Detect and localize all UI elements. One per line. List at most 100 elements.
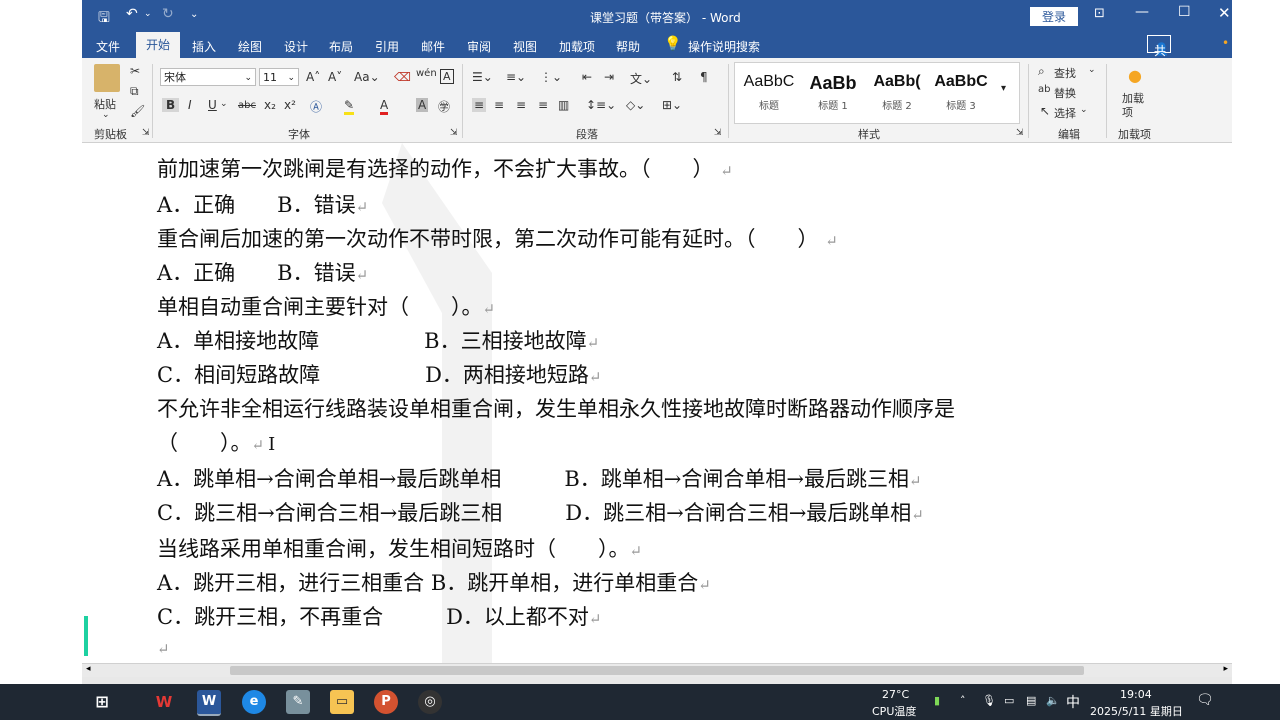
addins-button[interactable]: 加载项 bbox=[1122, 92, 1150, 120]
grow-font-icon[interactable]: A˄ bbox=[306, 70, 320, 84]
paste-icon[interactable] bbox=[94, 64, 120, 92]
font-name-dropdown[interactable]: 宋体 ⌄ bbox=[160, 68, 256, 86]
distributed-icon[interactable]: ▥ bbox=[558, 98, 569, 112]
character-border-icon[interactable]: A bbox=[440, 69, 454, 84]
replace-button[interactable]: 替换 bbox=[1054, 85, 1076, 101]
borders-icon[interactable]: ⊞⌄ bbox=[662, 98, 682, 112]
font-launcher-icon[interactable]: ⇲ bbox=[450, 128, 458, 138]
cut-icon[interactable]: ✂ bbox=[130, 64, 140, 78]
tab-home[interactable]: 开始 bbox=[136, 32, 181, 58]
tab-help[interactable]: 帮助 bbox=[616, 38, 640, 55]
enclose-characters-icon[interactable]: ㊫ bbox=[438, 98, 450, 115]
show-hidden-icons[interactable]: ˄ bbox=[960, 694, 966, 707]
redo-icon[interactable]: ↻ bbox=[162, 6, 174, 22]
ime-indicator[interactable]: 中 bbox=[1066, 692, 1080, 712]
tab-file[interactable]: 文件 bbox=[96, 38, 120, 55]
edge-icon[interactable]: e bbox=[242, 690, 266, 714]
network-icon[interactable]: ▤ bbox=[1026, 694, 1036, 707]
multilevel-list-icon[interactable]: ⋮⌄ bbox=[540, 70, 562, 84]
justify-icon[interactable]: ≡ bbox=[538, 98, 548, 112]
style-heading-1[interactable]: AaBb 标题 1 bbox=[801, 73, 865, 112]
select-button[interactable]: 选择 bbox=[1054, 105, 1076, 121]
maximize-icon[interactable]: ☐ bbox=[1178, 4, 1191, 20]
tab-view[interactable]: 视图 bbox=[513, 38, 537, 55]
font-size-dropdown[interactable]: 11 ⌄ bbox=[259, 68, 299, 86]
scroll-left-icon[interactable]: ◂ bbox=[86, 664, 91, 674]
underline-icon[interactable]: U bbox=[208, 98, 217, 112]
scroll-right-icon[interactable]: ▸ bbox=[1223, 664, 1228, 674]
wps-icon[interactable]: W bbox=[152, 690, 176, 714]
undo-icon[interactable]: ↶ bbox=[126, 6, 138, 22]
scrollbar-thumb[interactable] bbox=[230, 666, 1084, 675]
powerpoint-icon[interactable]: P bbox=[374, 690, 398, 714]
volume-icon[interactable]: 🔈 bbox=[1046, 694, 1060, 707]
style-title[interactable]: AaBbC 标题 bbox=[737, 73, 801, 112]
style-heading-3[interactable]: AaBbC 标题 3 bbox=[929, 73, 993, 112]
document-page[interactable]: 前加速第一次跳闸是有选择的动作，不会扩大事故。（ ） ↵ A．正确 B．错误↵ … bbox=[82, 143, 1232, 663]
style-heading-2[interactable]: AaBb( 标题 2 bbox=[865, 73, 929, 112]
align-right-icon[interactable]: ≡ bbox=[516, 98, 526, 112]
font-color-icon[interactable]: A bbox=[380, 98, 389, 115]
bullets-icon[interactable]: ☰⌄ bbox=[472, 70, 493, 84]
undo-dropdown-icon[interactable]: ⌄ bbox=[144, 9, 152, 19]
select-dropdown-icon[interactable]: ⌄ bbox=[1080, 105, 1088, 115]
numbering-icon[interactable]: ≡⌄ bbox=[506, 70, 526, 84]
bold-icon[interactable]: B bbox=[162, 98, 180, 112]
file-explorer-icon[interactable]: ▭ bbox=[330, 690, 354, 714]
notes-app-icon[interactable]: ✎ bbox=[286, 690, 310, 714]
save-icon[interactable]: 🖫 bbox=[98, 7, 110, 31]
decrease-indent-icon[interactable]: ⇤ bbox=[582, 70, 592, 84]
battery-icon[interactable]: ▮ bbox=[934, 694, 940, 707]
replace-icon[interactable]: ab bbox=[1038, 84, 1050, 95]
subscript-icon[interactable]: x₂ bbox=[264, 98, 276, 112]
shading-icon[interactable]: ◇⌄ bbox=[626, 98, 645, 112]
microphone-icon[interactable]: 🎙 bbox=[982, 694, 996, 707]
italic-icon[interactable]: I bbox=[188, 98, 192, 112]
find-button[interactable]: 查找 bbox=[1054, 65, 1076, 81]
paragraph-launcher-icon[interactable]: ⇲ bbox=[714, 128, 722, 138]
highlight-icon[interactable]: ✎ bbox=[344, 98, 355, 115]
tab-mailings[interactable]: 邮件 bbox=[421, 38, 445, 55]
tab-review[interactable]: 审阅 bbox=[467, 38, 491, 55]
clear-formatting-icon[interactable]: ⌫ bbox=[394, 70, 411, 84]
character-shading-icon[interactable]: A bbox=[416, 98, 429, 112]
clock-time[interactable]: 19:04 bbox=[1120, 688, 1152, 701]
align-left-icon[interactable]: ≡ bbox=[472, 98, 487, 112]
clock-date[interactable]: 2025/5/11 星期日 bbox=[1090, 703, 1183, 719]
ribbon-display-icon[interactable]: ⊡ bbox=[1094, 6, 1105, 21]
line-spacing-icon[interactable]: ↕≡⌄ bbox=[586, 98, 616, 112]
tell-me-search[interactable]: 操作说明搜索 bbox=[688, 38, 760, 55]
copy-icon[interactable]: ⧉ bbox=[130, 84, 139, 99]
text-effects-icon[interactable]: Ⓐ bbox=[310, 98, 322, 115]
screen-icon[interactable]: ▭ bbox=[1004, 694, 1014, 707]
tab-draw[interactable]: 绘图 bbox=[238, 38, 262, 55]
align-center-icon[interactable]: ≡ bbox=[494, 98, 504, 112]
select-icon[interactable]: ↖ bbox=[1040, 104, 1050, 118]
format-painter-icon[interactable]: 🖌 bbox=[130, 104, 145, 118]
addins-icon[interactable]: ● bbox=[1128, 66, 1142, 85]
notification-icon[interactable]: 🗨 bbox=[1196, 692, 1214, 708]
find-dropdown-icon[interactable]: ⌄ bbox=[1088, 65, 1096, 75]
tab-insert[interactable]: 插入 bbox=[192, 38, 216, 55]
tab-layout[interactable]: 布局 bbox=[329, 38, 353, 55]
asian-layout-icon[interactable]: 文⌄ bbox=[630, 70, 652, 87]
change-case-icon[interactable]: Aa⌄ bbox=[354, 70, 380, 84]
tab-addins[interactable]: 加载项 bbox=[559, 38, 595, 55]
styles-launcher-icon[interactable]: ⇲ bbox=[1016, 128, 1024, 138]
underline-dropdown-icon[interactable]: ⌄ bbox=[220, 99, 228, 109]
share-button[interactable]: 👤共享 ⌄ bbox=[1147, 35, 1172, 75]
close-icon[interactable]: ✕ bbox=[1218, 4, 1231, 22]
show-marks-icon[interactable]: ¶ bbox=[700, 70, 708, 84]
login-button[interactable]: 登录 bbox=[1030, 7, 1079, 26]
obs-icon[interactable]: ◎ bbox=[418, 690, 442, 714]
superscript-icon[interactable]: x² bbox=[284, 98, 296, 112]
word-app-icon[interactable]: W bbox=[197, 690, 221, 716]
find-icon[interactable]: ⌕ bbox=[1038, 64, 1045, 79]
increase-indent-icon[interactable]: ⇥ bbox=[604, 70, 614, 84]
phonetic-guide-icon[interactable]: wén bbox=[416, 68, 437, 79]
clipboard-launcher-icon[interactable]: ⇲ bbox=[142, 128, 150, 138]
horizontal-scrollbar[interactable]: ◂ ▸ bbox=[82, 663, 1232, 678]
shrink-font-icon[interactable]: A˅ bbox=[328, 70, 342, 84]
tab-design[interactable]: 设计 bbox=[284, 38, 308, 55]
styles-more-icon[interactable]: ▾ bbox=[1001, 83, 1006, 94]
